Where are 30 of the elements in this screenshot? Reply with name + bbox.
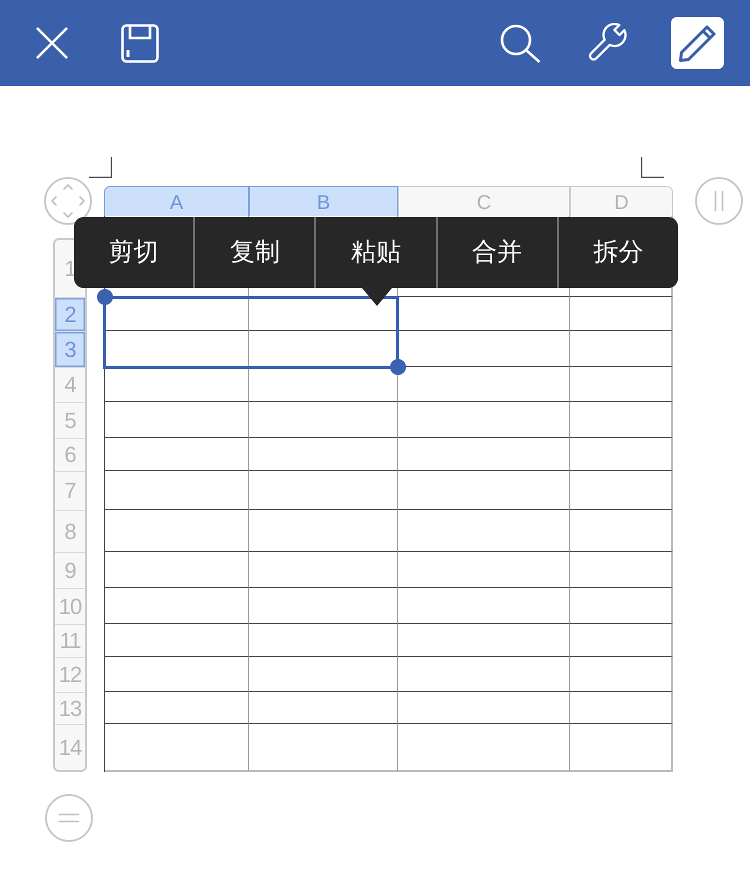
row-header[interactable]: 9 (55, 552, 85, 588)
row-header[interactable]: 13 (55, 692, 85, 724)
column-header[interactable]: A (104, 186, 249, 216)
move-icon[interactable] (44, 177, 92, 225)
close-icon (35, 26, 69, 60)
column-header[interactable]: B (249, 186, 398, 216)
row-header[interactable]: 7 (55, 471, 85, 510)
row-header[interactable]: 3 (55, 331, 85, 367)
corner-mark-icon (641, 157, 664, 178)
edit-button[interactable] (671, 17, 724, 69)
column-header[interactable]: D (570, 186, 673, 216)
row-header[interactable]: 6 (55, 438, 85, 471)
column-header[interactable]: C (398, 186, 570, 216)
row-header[interactable]: 11 (55, 624, 85, 657)
menu-item[interactable]: 拆分 (556, 217, 678, 288)
row-header[interactable]: 12 (55, 657, 85, 692)
row-header[interactable]: 4 (55, 367, 85, 402)
selection-handle[interactable] (96, 289, 112, 305)
row-header[interactable]: 5 (55, 402, 85, 438)
row-header[interactable]: 10 (55, 588, 85, 624)
pencil-icon (678, 23, 718, 63)
search-icon (500, 24, 541, 62)
close-button[interactable] (35, 26, 69, 60)
row-header[interactable]: 2 (55, 297, 85, 331)
search-button[interactable] (500, 24, 541, 62)
triangle-pointer-icon (362, 288, 392, 306)
row-header[interactable]: 8 (55, 510, 85, 552)
save-button[interactable] (121, 24, 159, 62)
corner-mark-icon (89, 157, 112, 178)
row-header[interactable]: 14 (55, 724, 85, 770)
